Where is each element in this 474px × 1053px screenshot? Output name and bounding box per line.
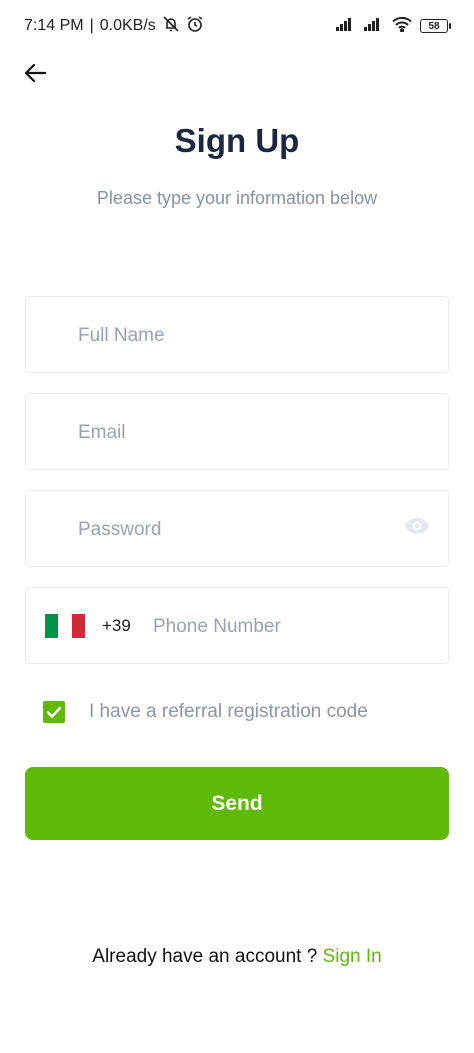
referral-checkbox[interactable] — [43, 701, 65, 723]
dial-code[interactable]: +39 — [102, 616, 131, 636]
battery-icon: 58 — [420, 19, 451, 33]
password-field[interactable] — [25, 490, 449, 568]
checkmark-icon — [46, 706, 62, 718]
arrow-left-icon — [24, 63, 47, 88]
status-left: 7:14 PM | 0.0KB/s — [24, 15, 204, 38]
page-subtitle: Please type your information below — [96, 188, 378, 208]
bell-off-icon — [162, 15, 180, 38]
alarm-icon — [186, 15, 204, 38]
signin-link[interactable]: Sign In — [323, 946, 382, 967]
status-time: 7:14 PM — [24, 17, 84, 34]
status-bar: 7:14 PM | 0.0KB/s 58 — [0, 0, 474, 52]
email-input[interactable] — [76, 394, 400, 471]
wifi-icon — [392, 16, 412, 37]
back-button[interactable] — [20, 60, 50, 90]
flag-green-stripe — [45, 614, 59, 638]
phone-field[interactable]: +39 — [25, 587, 449, 665]
page-title: Sign Up — [174, 122, 300, 159]
full-name-input[interactable] — [76, 297, 400, 374]
password-input[interactable] — [76, 491, 400, 568]
status-right: 58 — [336, 16, 451, 37]
full-name-field[interactable] — [25, 296, 449, 374]
flag-white-stripe — [58, 614, 72, 638]
status-network-speed: 0.0KB/s — [99, 17, 156, 34]
email-field[interactable] — [25, 393, 449, 471]
signal-icon — [336, 17, 356, 36]
referral-option[interactable]: I have a referral registration code — [43, 701, 368, 723]
status-separator: | — [89, 17, 94, 34]
italy-flag-icon[interactable] — [45, 614, 85, 638]
send-button[interactable]: Send — [25, 767, 449, 840]
signin-prompt: Already have an account ? Sign In — [0, 946, 474, 968]
eye-icon[interactable] — [404, 517, 430, 540]
signal-icon — [364, 17, 384, 36]
referral-label: I have a referral registration code — [89, 701, 368, 722]
phone-input[interactable] — [151, 588, 435, 665]
flag-red-stripe — [71, 614, 85, 638]
signin-prompt-text: Already have an account ? — [92, 946, 318, 967]
